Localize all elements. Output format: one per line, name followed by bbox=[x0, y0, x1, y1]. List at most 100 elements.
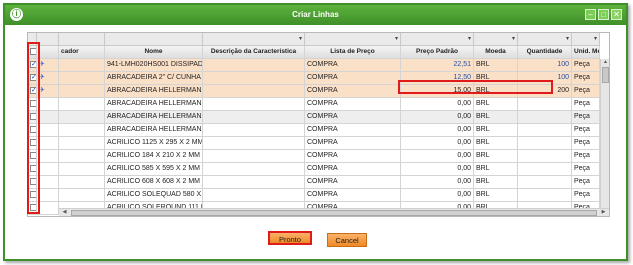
cell-quantidade[interactable] bbox=[518, 150, 572, 163]
filter-quantidade[interactable]: ▾ bbox=[518, 33, 572, 46]
table-row[interactable]: ABRACADEIRA HELLERMANN ... COMPRA0,00BRL P… bbox=[28, 111, 600, 124]
row-check-cell[interactable] bbox=[28, 189, 37, 202]
cancel-button[interactable]: Cancel bbox=[327, 233, 367, 247]
filter-descricao[interactable]: ▾ bbox=[203, 33, 305, 46]
row-check-cell[interactable] bbox=[28, 163, 37, 176]
maximize-button[interactable]: □ bbox=[598, 9, 609, 20]
header-unid-medida[interactable]: Unid. Medida bbox=[572, 46, 600, 59]
table-row[interactable]: ABRACADEIRA HELLERMANN ... COMPRA0,00BRL P… bbox=[28, 98, 600, 111]
scroll-up-icon[interactable]: ▲ bbox=[602, 59, 609, 66]
header-icon-col bbox=[37, 46, 59, 59]
filter-preco[interactable]: ▾ bbox=[401, 33, 474, 46]
row-check-cell[interactable] bbox=[28, 176, 37, 189]
row-check-cell[interactable] bbox=[28, 150, 37, 163]
row-checkbox[interactable] bbox=[30, 72, 36, 84]
header-nome[interactable]: Nome bbox=[105, 46, 203, 59]
pronto-button[interactable]: Pronto bbox=[268, 231, 312, 245]
filter-ref[interactable] bbox=[59, 33, 105, 46]
filter-dropdown-icon[interactable]: ▾ bbox=[299, 33, 302, 45]
row-checkbox[interactable] bbox=[30, 152, 36, 159]
header-quantidade[interactable]: Quantidade bbox=[518, 46, 572, 59]
cell-quantidade[interactable] bbox=[518, 137, 572, 150]
header-ref[interactable]: cador bbox=[59, 46, 105, 59]
vertical-scrollbar[interactable]: ▲ bbox=[600, 59, 609, 208]
cell-preco-padrao[interactable]: 12,50 bbox=[401, 72, 474, 85]
cell-quantidade[interactable] bbox=[518, 189, 572, 202]
link-icon[interactable]: ✈ bbox=[39, 87, 45, 94]
cell-preco-padrao[interactable]: 22,51 bbox=[401, 59, 474, 72]
close-button[interactable]: ✕ bbox=[611, 9, 622, 20]
row-check-cell[interactable] bbox=[28, 85, 37, 98]
cell-preco-padrao[interactable]: 0,00 bbox=[401, 176, 474, 189]
filter-dropdown-icon[interactable]: ▾ bbox=[395, 33, 398, 45]
cell-quantidade[interactable] bbox=[518, 98, 572, 111]
cell-quantidade[interactable] bbox=[518, 111, 572, 124]
filter-unid[interactable]: ▾ bbox=[572, 33, 600, 46]
scroll-right-icon[interactable]: ▶ bbox=[600, 209, 607, 216]
row-check-cell[interactable] bbox=[28, 137, 37, 150]
row-checkbox[interactable] bbox=[30, 165, 36, 172]
row-check-cell[interactable] bbox=[28, 202, 37, 215]
cell-quantidade[interactable] bbox=[518, 176, 572, 189]
row-checkbox[interactable] bbox=[30, 113, 36, 120]
table-row[interactable]: ✈ 941-LMH020HS001 DISSIPADO... COMPRA22,51… bbox=[28, 59, 600, 72]
filter-dropdown-icon[interactable]: ▾ bbox=[594, 33, 597, 45]
cell-preco-padrao[interactable]: 0,00 bbox=[401, 189, 474, 202]
cell-preco-padrao[interactable]: 0,00 bbox=[401, 150, 474, 163]
row-check-cell[interactable] bbox=[28, 98, 37, 111]
cell-quantidade[interactable]: 100 bbox=[518, 72, 572, 85]
select-all-cell[interactable] bbox=[28, 46, 37, 59]
header-preco-padrao[interactable]: Preço Padrão bbox=[401, 46, 474, 59]
row-checkbox[interactable] bbox=[30, 178, 36, 185]
cell-preco-padrao[interactable]: 15,00 bbox=[401, 85, 474, 98]
row-checkbox[interactable] bbox=[30, 126, 36, 133]
table-row[interactable]: ACRILICO 1125 X 295 X 2 MM B... COMPRA0,0… bbox=[28, 137, 600, 150]
table-row[interactable]: ACRILICO 585 X 595 X 2 MM B... COMPRA 0,00… bbox=[28, 163, 600, 176]
cell-preco-padrao[interactable]: 0,00 bbox=[401, 98, 474, 111]
table-row[interactable]: ABRACADEIRA HELLERMANN ... COMPRA0,00BRL P… bbox=[28, 124, 600, 137]
row-checkbox[interactable] bbox=[30, 59, 36, 71]
header-descricao[interactable]: Descrição da Característica bbox=[203, 46, 305, 59]
horizontal-scrollbar[interactable]: ◀ ▶ bbox=[59, 208, 609, 216]
cell-descricao bbox=[203, 124, 305, 137]
filter-dropdown-icon[interactable]: ▾ bbox=[468, 33, 471, 45]
horizontal-scroll-thumb[interactable] bbox=[71, 210, 597, 216]
row-check-cell[interactable] bbox=[28, 124, 37, 137]
table-row[interactable]: ✈ ABRACADEIRA 2" C/ CUNHA COMPRA12,50BRL10… bbox=[28, 72, 600, 85]
vertical-scroll-thumb[interactable] bbox=[602, 67, 609, 83]
minimize-button[interactable]: – bbox=[585, 9, 596, 20]
filter-lista[interactable]: ▾ bbox=[305, 33, 401, 46]
cell-preco-padrao[interactable]: 0,00 bbox=[401, 163, 474, 176]
row-checkbox[interactable] bbox=[30, 100, 36, 107]
table-row[interactable]: ACRILICO 608 X 608 X 2 MM B... COMPRA 0,00… bbox=[28, 176, 600, 189]
title-bar[interactable]: ⓘ Criar Linhas – □ ✕ bbox=[5, 5, 626, 25]
filter-dropdown-icon[interactable]: ▾ bbox=[566, 33, 569, 45]
cell-quantidade[interactable] bbox=[518, 163, 572, 176]
header-moeda[interactable]: Moeda bbox=[474, 46, 518, 59]
cell-preco-padrao[interactable]: 0,00 bbox=[401, 124, 474, 137]
row-checkbox[interactable] bbox=[30, 191, 36, 198]
cell-nome: ACRILICO 184 X 210 X 2 MM B... bbox=[105, 150, 203, 163]
filter-moeda[interactable]: ▾ bbox=[474, 33, 518, 46]
row-check-cell[interactable] bbox=[28, 59, 37, 72]
cell-quantidade[interactable]: 200 bbox=[518, 85, 572, 98]
filter-dropdown-icon[interactable]: ▾ bbox=[512, 33, 515, 45]
header-lista-preco[interactable]: Lista de Preço bbox=[305, 46, 401, 59]
filter-nome[interactable] bbox=[105, 33, 203, 46]
table-row[interactable]: ACRILICO SOLEQUAD 580 X 59... COMPRA0,00B… bbox=[28, 189, 600, 202]
row-checkbox[interactable] bbox=[30, 204, 36, 211]
row-check-cell[interactable] bbox=[28, 111, 37, 124]
row-checkbox[interactable] bbox=[30, 139, 36, 146]
select-all-checkbox[interactable] bbox=[30, 48, 36, 55]
scroll-left-icon[interactable]: ◀ bbox=[61, 209, 68, 216]
table-row[interactable]: ✈ ABRACADEIRA HELLERMANN ... COMPRA15,00BR… bbox=[28, 85, 600, 98]
row-checkbox[interactable] bbox=[30, 85, 36, 97]
cell-quantidade[interactable]: 100 bbox=[518, 59, 572, 72]
cell-quantidade[interactable] bbox=[518, 124, 572, 137]
table-row[interactable]: ACRILICO 184 X 210 X 2 MM B... COMPRA 0,00… bbox=[28, 150, 600, 163]
cell-preco-padrao[interactable]: 0,00 bbox=[401, 137, 474, 150]
link-icon[interactable]: ✈ bbox=[39, 61, 45, 68]
cell-preco-padrao[interactable]: 0,00 bbox=[401, 111, 474, 124]
link-icon[interactable]: ✈ bbox=[39, 74, 45, 81]
row-check-cell[interactable] bbox=[28, 72, 37, 85]
